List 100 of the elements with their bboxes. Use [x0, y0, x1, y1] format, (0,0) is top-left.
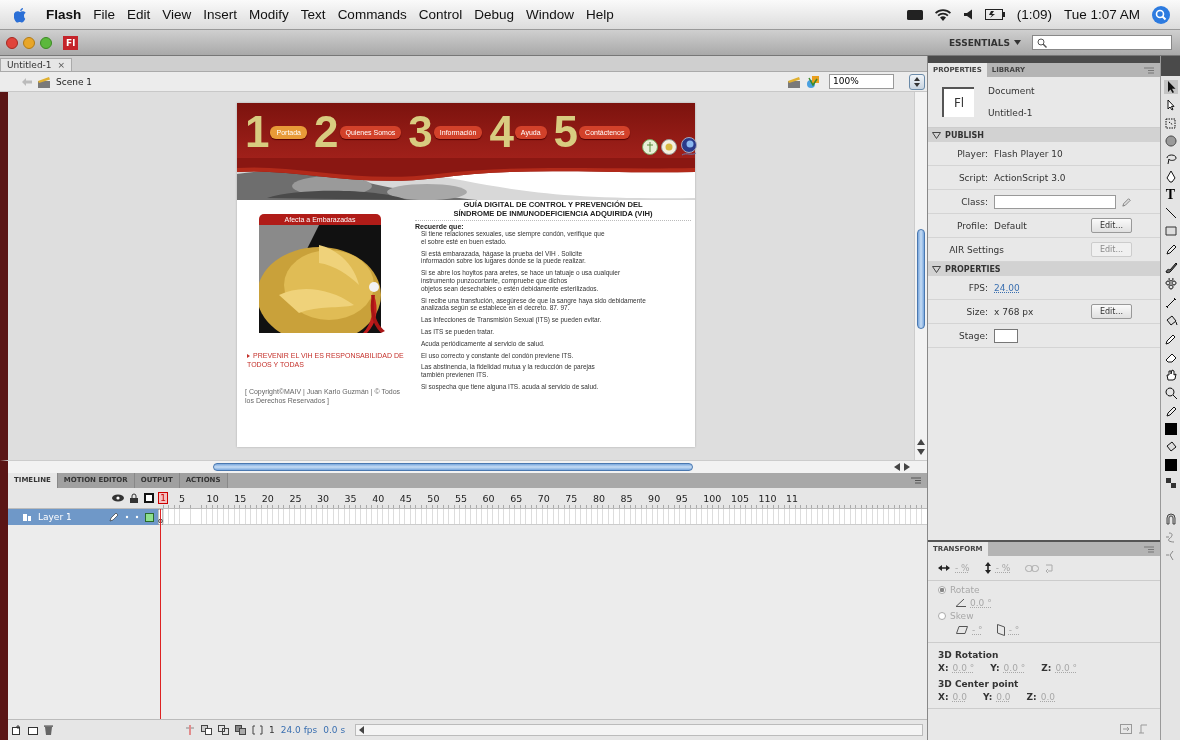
- menu-item[interactable]: Window: [526, 7, 574, 22]
- menu-item[interactable]: Debug: [474, 7, 514, 22]
- bracket-icon[interactable]: [252, 725, 263, 735]
- menu-item[interactable]: Control: [418, 7, 463, 22]
- onion-outline-icon[interactable]: [218, 725, 229, 735]
- property-label: Class:: [960, 196, 988, 207]
- section-header[interactable]: PROPERTIES: [928, 262, 1160, 276]
- flower-icon[interactable]: [1163, 278, 1178, 292]
- menu-item[interactable]: File: [93, 7, 116, 22]
- class-field[interactable]: [994, 194, 1117, 209]
- dot-icon[interactable]: [125, 515, 129, 519]
- hand-icon[interactable]: [1163, 368, 1178, 382]
- search-field[interactable]: [1032, 35, 1172, 50]
- new-folder-icon[interactable]: [28, 725, 38, 735]
- outline-icon[interactable]: [144, 493, 154, 503]
- horizontal-scrollbar[interactable]: [355, 724, 923, 736]
- eyedropper-icon[interactable]: [1163, 332, 1178, 346]
- width-arrows-icon: [938, 565, 950, 571]
- pencil-icon[interactable]: [1163, 404, 1178, 418]
- menu-item[interactable]: Modify: [249, 7, 289, 22]
- axis-label: Z:: [1041, 663, 1052, 673]
- swap-colors-icon[interactable]: [1163, 476, 1178, 490]
- apple-icon[interactable]: [14, 6, 28, 23]
- menu-item[interactable]: Edit: [127, 7, 151, 22]
- property-value: x 768 px: [994, 306, 1034, 317]
- pencil-icon[interactable]: [1163, 242, 1178, 256]
- menu-item[interactable]: Flash: [46, 7, 82, 22]
- keyboard-icon[interactable]: [906, 9, 923, 20]
- wifi-icon[interactable]: [934, 8, 951, 21]
- frame-number: 110: [758, 492, 778, 504]
- zoom-dropdown-button[interactable]: [909, 73, 925, 90]
- magnet-icon[interactable]: [1163, 512, 1178, 526]
- speaker-icon[interactable]: [962, 9, 973, 20]
- menu-item[interactable]: Commands: [337, 7, 407, 22]
- layer-row[interactable]: Layer 1: [8, 509, 158, 525]
- frame-number: 20: [261, 492, 275, 504]
- lasso-icon[interactable]: [1163, 152, 1178, 166]
- line-icon[interactable]: [1163, 206, 1178, 220]
- menu-item[interactable]: Help: [586, 7, 614, 22]
- edit-button[interactable]: Edit...: [1090, 218, 1132, 233]
- zoom-field[interactable]: 100%: [829, 74, 894, 89]
- edit-symbols-icon[interactable]: [806, 74, 820, 89]
- pencil-icon: [109, 512, 119, 522]
- property-label: Script:: [957, 172, 988, 183]
- layer-color-icon[interactable]: [145, 512, 154, 522]
- scrollbar-thumb[interactable]: [213, 463, 693, 471]
- tab-label: Untitled-1: [7, 60, 52, 70]
- dot-icon[interactable]: [135, 515, 139, 519]
- nav-number: 5: [553, 112, 579, 152]
- bone-icon[interactable]: [1163, 296, 1178, 310]
- battery-icon[interactable]: [984, 9, 1005, 20]
- workspace-menu[interactable]: ESSENTIALS: [942, 35, 1027, 50]
- color-swatch-icon[interactable]: [1163, 458, 1178, 472]
- scrollbar-thumb[interactable]: [917, 229, 925, 329]
- scroll-arrows-icon[interactable]: [893, 463, 911, 471]
- vertical-scrollbar[interactable]: [914, 92, 927, 460]
- skew-vertical-icon: [996, 624, 1005, 636]
- menu-item[interactable]: Insert: [203, 7, 238, 22]
- document-tab[interactable]: Untitled-1 ×: [0, 58, 73, 71]
- zoom-icon[interactable]: [1163, 386, 1178, 400]
- stepper-icon: [914, 76, 920, 87]
- app-logo: Fl: [63, 35, 79, 50]
- text-tool[interactable]: T: [1165, 188, 1176, 202]
- axis-label: X:: [938, 692, 949, 702]
- scroll-arrow-icon[interactable]: [358, 726, 367, 734]
- axis-label: Y:: [990, 663, 1000, 673]
- color-swatch-icon[interactable]: [1163, 422, 1178, 436]
- trash-icon[interactable]: [44, 725, 53, 735]
- playhead[interactable]: 1: [158, 492, 168, 504]
- close-icon[interactable]: [6, 36, 18, 49]
- menu-item[interactable]: View: [162, 7, 192, 22]
- clock[interactable]: Tue 1:07 AM: [1063, 7, 1140, 22]
- fps-value[interactable]: 24.00: [994, 282, 1020, 293]
- skew-horizontal-icon: [956, 626, 968, 634]
- group-title: 3D Rotation: [938, 650, 1000, 660]
- eye-icon[interactable]: [112, 494, 124, 502]
- frame-number: 60: [482, 492, 496, 504]
- scroll-arrows-icon[interactable]: [917, 438, 925, 456]
- edit-scene-icon[interactable]: [787, 75, 801, 88]
- new-layer-icon[interactable]: [12, 725, 22, 735]
- edit-button[interactable]: Edit...: [1090, 304, 1132, 319]
- property-value: ActionScript 3.0: [994, 172, 1066, 183]
- frame-number: 10: [206, 492, 220, 504]
- menu-item[interactable]: Text: [300, 7, 326, 22]
- horizontal-scrollbar[interactable]: [0, 460, 927, 473]
- lock-icon[interactable]: [130, 493, 138, 503]
- property-label: AIR Settings: [948, 244, 1004, 255]
- onion-skin-icon[interactable]: [201, 725, 212, 735]
- frame-rate[interactable]: 24.0 fps: [280, 725, 318, 735]
- panel-menu-icon[interactable]: [911, 477, 921, 484]
- caret-icon: [1014, 40, 1021, 45]
- edit-frames-icon[interactable]: [235, 725, 246, 735]
- stage-color-swatch[interactable]: [994, 328, 1018, 343]
- brush-icon[interactable]: [1163, 260, 1178, 274]
- search-icon[interactable]: [1152, 5, 1170, 24]
- section-header[interactable]: PUBLISH: [928, 128, 1160, 142]
- seal-icon: [661, 139, 677, 155]
- elapsed-time[interactable]: 0.0 s: [323, 725, 346, 735]
- frame-number: 75: [565, 492, 579, 504]
- close-icon[interactable]: ×: [57, 60, 66, 70]
